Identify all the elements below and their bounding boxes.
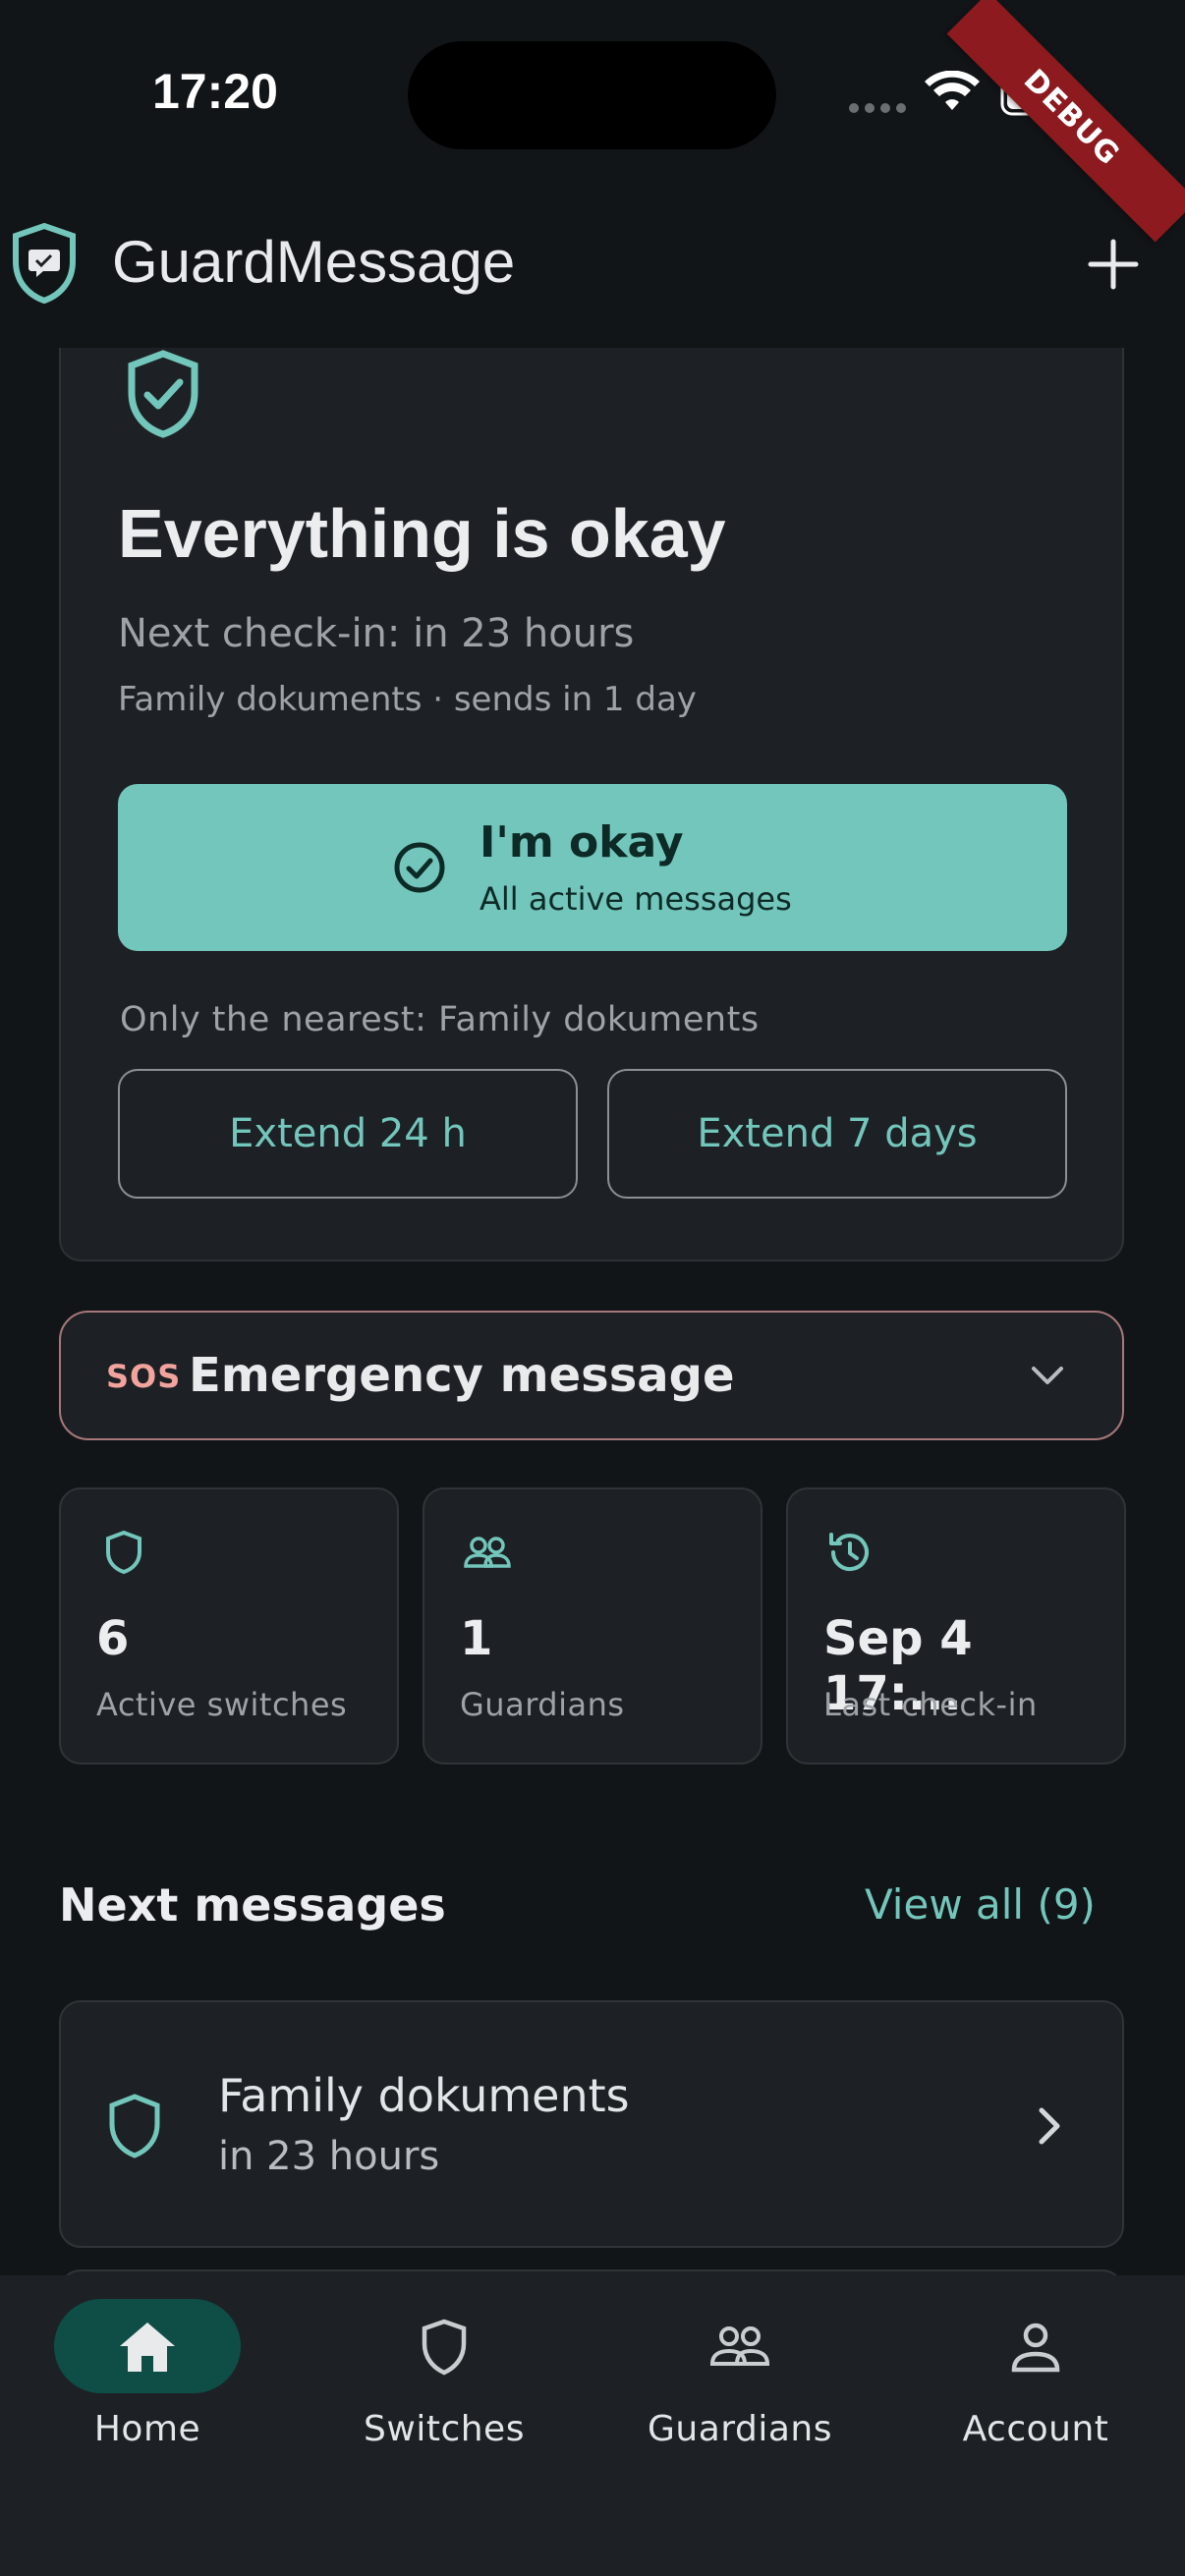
stat-card-guardians[interactable]: 1 Guardians [423,1487,762,1764]
app-title: GuardMessage [112,229,516,295]
history-icon [829,1533,869,1572]
nav-label: Account [962,2409,1109,2449]
stat-card-active-switches[interactable]: 6 Active switches [59,1487,399,1764]
status-title: Everything is okay [118,495,726,572]
stat-card-last-checkin[interactable]: Sep 4 17:... Last check-in [786,1487,1126,1764]
nearest-label: Only the nearest: Family dokuments [120,1000,760,1039]
nav-item-switches[interactable]: Switches [297,2299,592,2476]
app-logo-icon [13,222,76,305]
nav-item-account[interactable]: Account [888,2299,1183,2476]
next-message-summary: Family dokuments · sends in 1 day [118,680,697,719]
sos-icon: SOS [106,1358,182,1395]
debug-banner: DEBUG [946,0,1185,243]
dynamic-island [408,41,776,149]
wifi-icon [925,71,980,110]
stat-value: 6 [96,1611,130,1666]
list-item[interactable] [59,2000,1124,2248]
im-okay-sublabel: All active messages [480,880,792,918]
status-time: 17:20 [152,64,278,119]
shield-icon [422,2319,467,2376]
im-okay-button[interactable] [118,784,1067,951]
add-button[interactable] [1085,236,1142,293]
shield-icon [109,2094,160,2158]
extend-24h-button[interactable]: Extend 24 h [118,1069,578,1199]
check-circle-icon [394,842,445,893]
nav-label: Switches [364,2409,525,2449]
chevron-right-icon [1039,2107,1060,2145]
stat-label: Guardians [460,1686,625,1723]
next-checkin-text: Next check-in: in 23 hours [118,611,635,656]
chevron-down-icon[interactable] [1026,1360,1069,1391]
extend-7-days-button[interactable]: Extend 7 days [607,1069,1067,1199]
im-okay-label: I'm okay [480,817,684,868]
emergency-message-label: Emergency message [189,1348,735,1403]
stat-label: Active switches [96,1686,348,1723]
nav-label: Home [93,2409,201,2449]
signal-icon [849,103,906,113]
nav-item-home[interactable]: Home [0,2299,295,2476]
person-icon [1011,2323,1060,2373]
nav-label: Guardians [648,2409,832,2449]
message-time: in 23 hours [218,2134,440,2179]
people-icon [464,1537,511,1568]
stat-value: 1 [460,1611,493,1666]
nav-item-guardians[interactable]: Guardians [592,2299,887,2476]
view-all-link[interactable]: View all (9) [865,1880,1096,1929]
message-title: Family dokuments [218,2069,630,2122]
shield-check-icon [128,350,198,438]
shield-icon [106,1530,141,1575]
home-icon [120,2323,175,2372]
stat-label: Last check-in [823,1686,1038,1723]
people-icon [709,2326,770,2366]
next-messages-title: Next messages [59,1878,446,1932]
